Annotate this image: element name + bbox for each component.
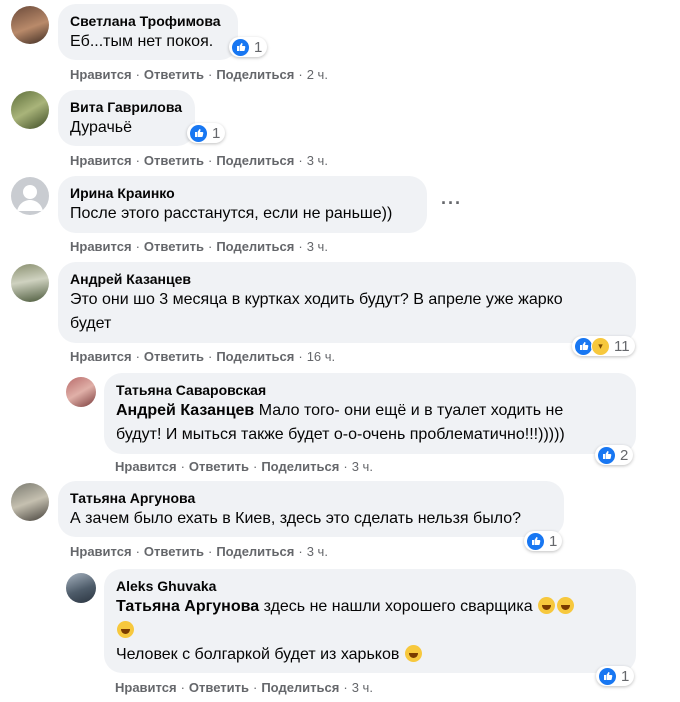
comment-actions: Нравится · Ответить · Поделиться · 3 ч. [70,544,328,559]
comment-author[interactable]: Андрей Казанцев [70,270,624,288]
comment-time[interactable]: 16 ч. [307,349,335,364]
share-button[interactable]: Поделиться [216,239,294,254]
like-reaction-icon [189,123,208,143]
reaction-count[interactable]: 2 [595,445,634,465]
share-button[interactable]: Поделиться [261,459,339,474]
comment-text-continued: будет [70,315,112,332]
share-button[interactable]: Поделиться [216,349,294,364]
like-reaction-icon [526,531,545,551]
comment-author[interactable]: Aleks Ghuvaka [116,577,624,595]
like-button[interactable]: Нравится [115,680,177,695]
share-button[interactable]: Поделиться [216,153,294,168]
comment-actions: Нравится · Ответить · Поделиться · 3 ч. [115,680,373,695]
default-avatar-icon [17,185,43,211]
reaction-count-value: 2 [620,446,629,464]
reaction-count-value: 1 [254,38,263,56]
like-button[interactable]: Нравится [70,349,132,364]
comment-actions: Нравится · Ответить · Поделиться · 3 ч. [115,459,373,474]
like-button[interactable]: Нравится [70,153,132,168]
comment-author[interactable]: Татьяна Саваровская [116,381,624,399]
mention-link[interactable]: Татьяна Аргунова [116,598,259,615]
comment-actions: Нравится · Ответить · Поделиться · 16 ч. [70,349,336,364]
grinning-sweat-emoji-icon [404,645,422,662]
avatar[interactable] [11,483,49,521]
like-button[interactable]: Нравится [70,544,132,559]
comment-text-emoji-line [116,619,624,643]
reaction-count[interactable]: 1 [229,37,268,57]
comment-text: Еб...тым нет покоя. [70,33,214,50]
comment-bubble: Aleks Ghuvaka Татьяна Аргунова здесь не … [104,569,636,673]
avatar[interactable] [11,6,49,44]
like-reaction-icon [231,37,250,57]
rofl-emoji-icon [117,621,134,638]
comment-text-continued: Человек с болгаркой будет из харьков [116,643,624,667]
grinning-sweat-emoji-icon [538,597,556,614]
comment-time[interactable]: 3 ч. [307,153,328,168]
reply-button[interactable]: Ответить [144,67,204,82]
reaction-count[interactable]: 1 [524,531,563,551]
comment-actions: Нравится · Ответить · Поделиться · 3 ч. [70,153,328,168]
avatar[interactable] [11,177,49,215]
like-button[interactable]: Нравится [70,239,132,254]
avatar[interactable] [66,573,96,603]
reply-button[interactable]: Ответить [189,459,249,474]
comment-author[interactable]: Вита Гаврилова [70,98,183,116]
like-reaction-icon [597,445,616,465]
comment-bubble: Вита Гаврилова Дурачьё [58,90,195,146]
comment-bubble: Светлана Трофимова Еб...тым нет покоя. [58,4,238,60]
comment-bubble: Андрей Казанцев Это они шо 3 месяца в ку… [58,262,636,343]
avatar[interactable] [11,91,49,129]
comment-text: А зачем было ехать в Киев, здесь это сде… [70,510,522,527]
comment-text: После этого расстанутся, если не раньше)… [70,205,393,222]
comment-author[interactable]: Светлана Трофимова [70,12,226,30]
like-button[interactable]: Нравится [115,459,177,474]
comment-author[interactable]: Ирина Краинко [70,184,415,202]
share-button[interactable]: Поделиться [216,67,294,82]
reaction-count[interactable]: 1 [187,123,226,143]
comment-text: Татьяна Аргунова здесь не нашли хорошего… [116,595,624,619]
reply-button[interactable]: Ответить [144,239,204,254]
reaction-count-value: 11 [614,337,630,355]
share-button[interactable]: Поделиться [261,680,339,695]
rofl-emoji-icon [557,597,575,614]
reaction-count[interactable]: 1 [596,666,635,686]
comment-text-continued: будут! И мыться также будет о-о-очень пр… [116,426,565,443]
share-button[interactable]: Поделиться [216,544,294,559]
comment-actions: Нравится · Ответить · Поделиться · 2 ч. [70,67,328,82]
comment-bubble: Татьяна Саваровская Андрей Казанцев Мало… [104,373,636,454]
mention-link[interactable]: Андрей Казанцев [116,402,254,419]
comment-time[interactable]: 3 ч. [307,239,328,254]
avatar[interactable] [11,264,49,302]
comment-bubble: Татьяна Аргунова А зачем было ехать в Ки… [58,481,564,537]
avatar[interactable] [66,377,96,407]
comment-time[interactable]: 3 ч. [352,680,373,695]
comment-text: Это они шо 3 месяца в куртках ходить буд… [70,291,563,308]
haha-reaction-icon: ▾ [591,336,610,356]
reaction-count-value: 1 [212,124,221,142]
comment-time[interactable]: 3 ч. [307,544,328,559]
reply-button[interactable]: Ответить [144,153,204,168]
comment-author[interactable]: Татьяна Аргунова [70,489,552,507]
reply-button[interactable]: Ответить [144,544,204,559]
like-button[interactable]: Нравится [70,67,132,82]
comment-text: Дурачьё [70,119,133,136]
more-options-icon[interactable]: ··· [441,193,462,214]
like-reaction-icon [598,666,617,686]
reaction-count-value: 1 [621,667,630,685]
reaction-count[interactable]: ▾ 11 [572,336,635,356]
reply-button[interactable]: Ответить [144,349,204,364]
comment-actions: Нравится · Ответить · Поделиться · 3 ч. [70,239,328,254]
comment-time[interactable]: 2 ч. [307,67,328,82]
comment-text: Андрей Казанцев Мало того- они ещё и в т… [116,402,564,419]
reaction-count-value: 1 [549,532,558,550]
comment-time[interactable]: 3 ч. [352,459,373,474]
reply-button[interactable]: Ответить [189,680,249,695]
comment-bubble: Ирина Краинко После этого расстанутся, е… [58,176,427,233]
